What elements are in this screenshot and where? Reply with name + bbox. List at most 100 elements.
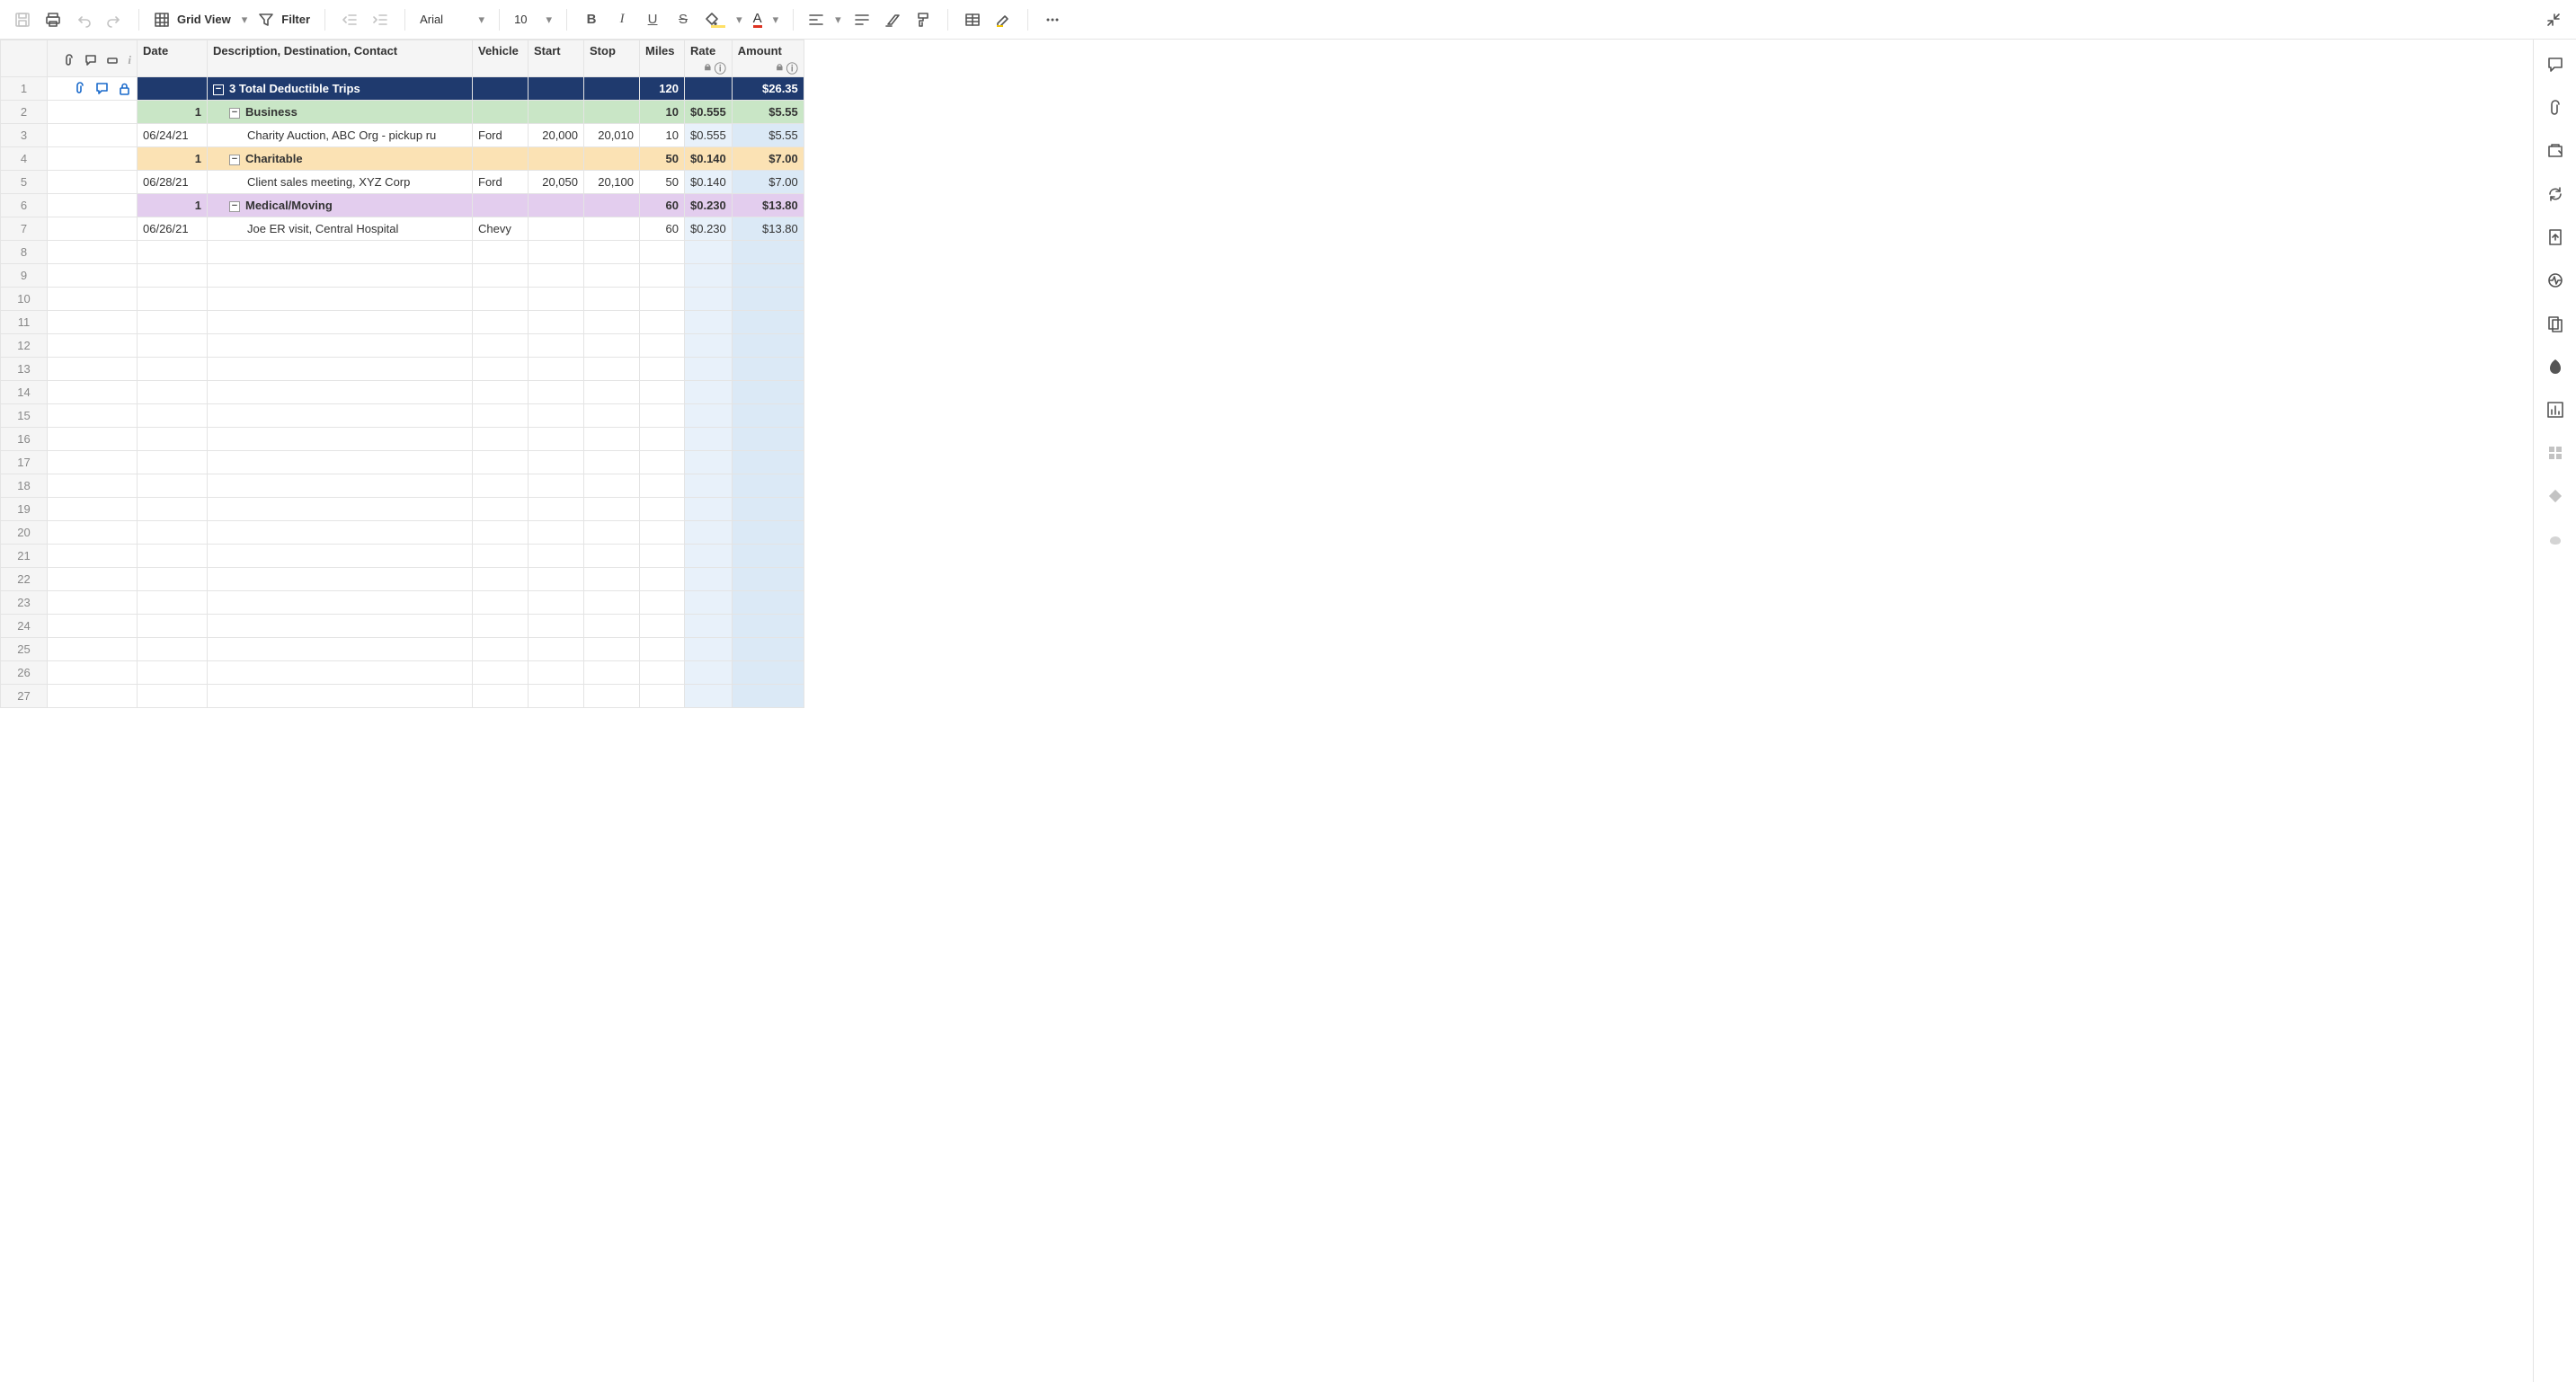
print-button[interactable] [40, 6, 67, 33]
cell-stop[interactable] [584, 77, 640, 101]
cell-vehicle[interactable] [473, 404, 529, 428]
cell-amount[interactable]: $5.55 [732, 101, 804, 124]
collapse-toggle[interactable]: − [213, 84, 224, 95]
text-color-button[interactable]: A▾ [750, 12, 783, 28]
row-number[interactable]: 10 [1, 288, 48, 311]
cell-miles[interactable] [640, 615, 685, 638]
cell-desc[interactable] [208, 451, 473, 474]
cell-start[interactable] [529, 545, 584, 568]
cell-rate[interactable] [685, 498, 733, 521]
cell-miles[interactable] [640, 638, 685, 661]
clear-format-button[interactable] [879, 6, 906, 33]
row-number[interactable]: 23 [1, 591, 48, 615]
cell-desc[interactable] [208, 288, 473, 311]
cell-date[interactable] [138, 381, 208, 404]
cell-rate[interactable] [685, 358, 733, 381]
cell-desc[interactable] [208, 545, 473, 568]
cell-amount[interactable] [732, 334, 804, 358]
cell-date[interactable] [138, 615, 208, 638]
cell-amount[interactable]: $26.35 [732, 77, 804, 101]
cell-date[interactable] [138, 404, 208, 428]
grid-scroll-area[interactable]: i Date Description, Destination, Contact… [0, 40, 2533, 1382]
cell-amount[interactable] [732, 264, 804, 288]
cell-amount[interactable] [732, 404, 804, 428]
cell-stop[interactable] [584, 498, 640, 521]
cell-vehicle[interactable] [473, 661, 529, 685]
row-number[interactable]: 4 [1, 147, 48, 171]
cell-start[interactable] [529, 591, 584, 615]
cell-amount[interactable] [732, 428, 804, 451]
cell-date[interactable] [138, 334, 208, 358]
cell-start[interactable] [529, 428, 584, 451]
cell-miles[interactable] [640, 381, 685, 404]
cell-date[interactable] [138, 241, 208, 264]
cell-vehicle[interactable] [473, 241, 529, 264]
cell-start[interactable] [529, 498, 584, 521]
cell-desc[interactable] [208, 498, 473, 521]
cell-rate[interactable]: $0.140 [685, 147, 733, 171]
cell-start[interactable] [529, 451, 584, 474]
cell-stop[interactable] [584, 591, 640, 615]
cell-rate[interactable]: $0.140 [685, 171, 733, 194]
row-number[interactable]: 25 [1, 638, 48, 661]
col-rate[interactable]: Rate 🔒︎ⓘ [685, 40, 733, 77]
cell-miles[interactable] [640, 241, 685, 264]
redo-button[interactable] [101, 6, 128, 33]
cell-amount[interactable] [732, 311, 804, 334]
cell-start[interactable] [529, 217, 584, 241]
cell-stop[interactable] [584, 241, 640, 264]
cell-miles[interactable] [640, 428, 685, 451]
cell-miles[interactable] [640, 568, 685, 591]
cell-stop[interactable] [584, 147, 640, 171]
cell-date[interactable] [138, 685, 208, 708]
cell-desc[interactable] [208, 685, 473, 708]
cell-miles[interactable] [640, 591, 685, 615]
cell-rate[interactable] [685, 591, 733, 615]
cell-date[interactable] [138, 358, 208, 381]
cell-start[interactable]: 20,000 [529, 124, 584, 147]
cell-vehicle[interactable] [473, 147, 529, 171]
row-number[interactable]: 24 [1, 615, 48, 638]
cell-vehicle[interactable] [473, 264, 529, 288]
cell-start[interactable] [529, 615, 584, 638]
row-number[interactable]: 11 [1, 311, 48, 334]
cell-rate[interactable]: $0.555 [685, 101, 733, 124]
fill-color-button[interactable]: ▾ [700, 11, 746, 28]
conditional-format-button[interactable] [959, 6, 986, 33]
cell-rate[interactable] [685, 545, 733, 568]
cell-rate[interactable] [685, 381, 733, 404]
cell-stop[interactable] [584, 334, 640, 358]
cell-vehicle[interactable]: Chevy [473, 217, 529, 241]
cell-miles[interactable] [640, 264, 685, 288]
row-number[interactable]: 5 [1, 171, 48, 194]
indent-button[interactable] [367, 6, 394, 33]
cell-desc[interactable]: Joe ER visit, Central Hospital [208, 217, 473, 241]
cell-date[interactable] [138, 311, 208, 334]
cell-amount[interactable]: $7.00 [732, 147, 804, 171]
cell-start[interactable]: 20,050 [529, 171, 584, 194]
cell-miles[interactable]: 120 [640, 77, 685, 101]
cell-miles[interactable]: 60 [640, 217, 685, 241]
row-number-header[interactable] [1, 40, 48, 77]
wrap-button[interactable] [848, 6, 875, 33]
row-number[interactable]: 3 [1, 124, 48, 147]
row-number[interactable]: 21 [1, 545, 48, 568]
cell-stop[interactable]: 20,100 [584, 171, 640, 194]
cell-desc[interactable] [208, 241, 473, 264]
cell-miles[interactable]: 50 [640, 171, 685, 194]
proof-panel-button[interactable] [2545, 140, 2566, 162]
cell-stop[interactable] [584, 217, 640, 241]
row-number[interactable]: 14 [1, 381, 48, 404]
cell-start[interactable] [529, 288, 584, 311]
cell-amount[interactable] [732, 638, 804, 661]
format-painter-button[interactable] [910, 6, 937, 33]
row-number[interactable]: 7 [1, 217, 48, 241]
cell-stop[interactable] [584, 428, 640, 451]
cell-stop[interactable] [584, 685, 640, 708]
cell-desc[interactable] [208, 638, 473, 661]
cell-desc[interactable] [208, 661, 473, 685]
attachments-panel-button[interactable] [2545, 97, 2566, 119]
cell-start[interactable] [529, 101, 584, 124]
cell-amount[interactable]: $5.55 [732, 124, 804, 147]
cell-date[interactable] [138, 638, 208, 661]
